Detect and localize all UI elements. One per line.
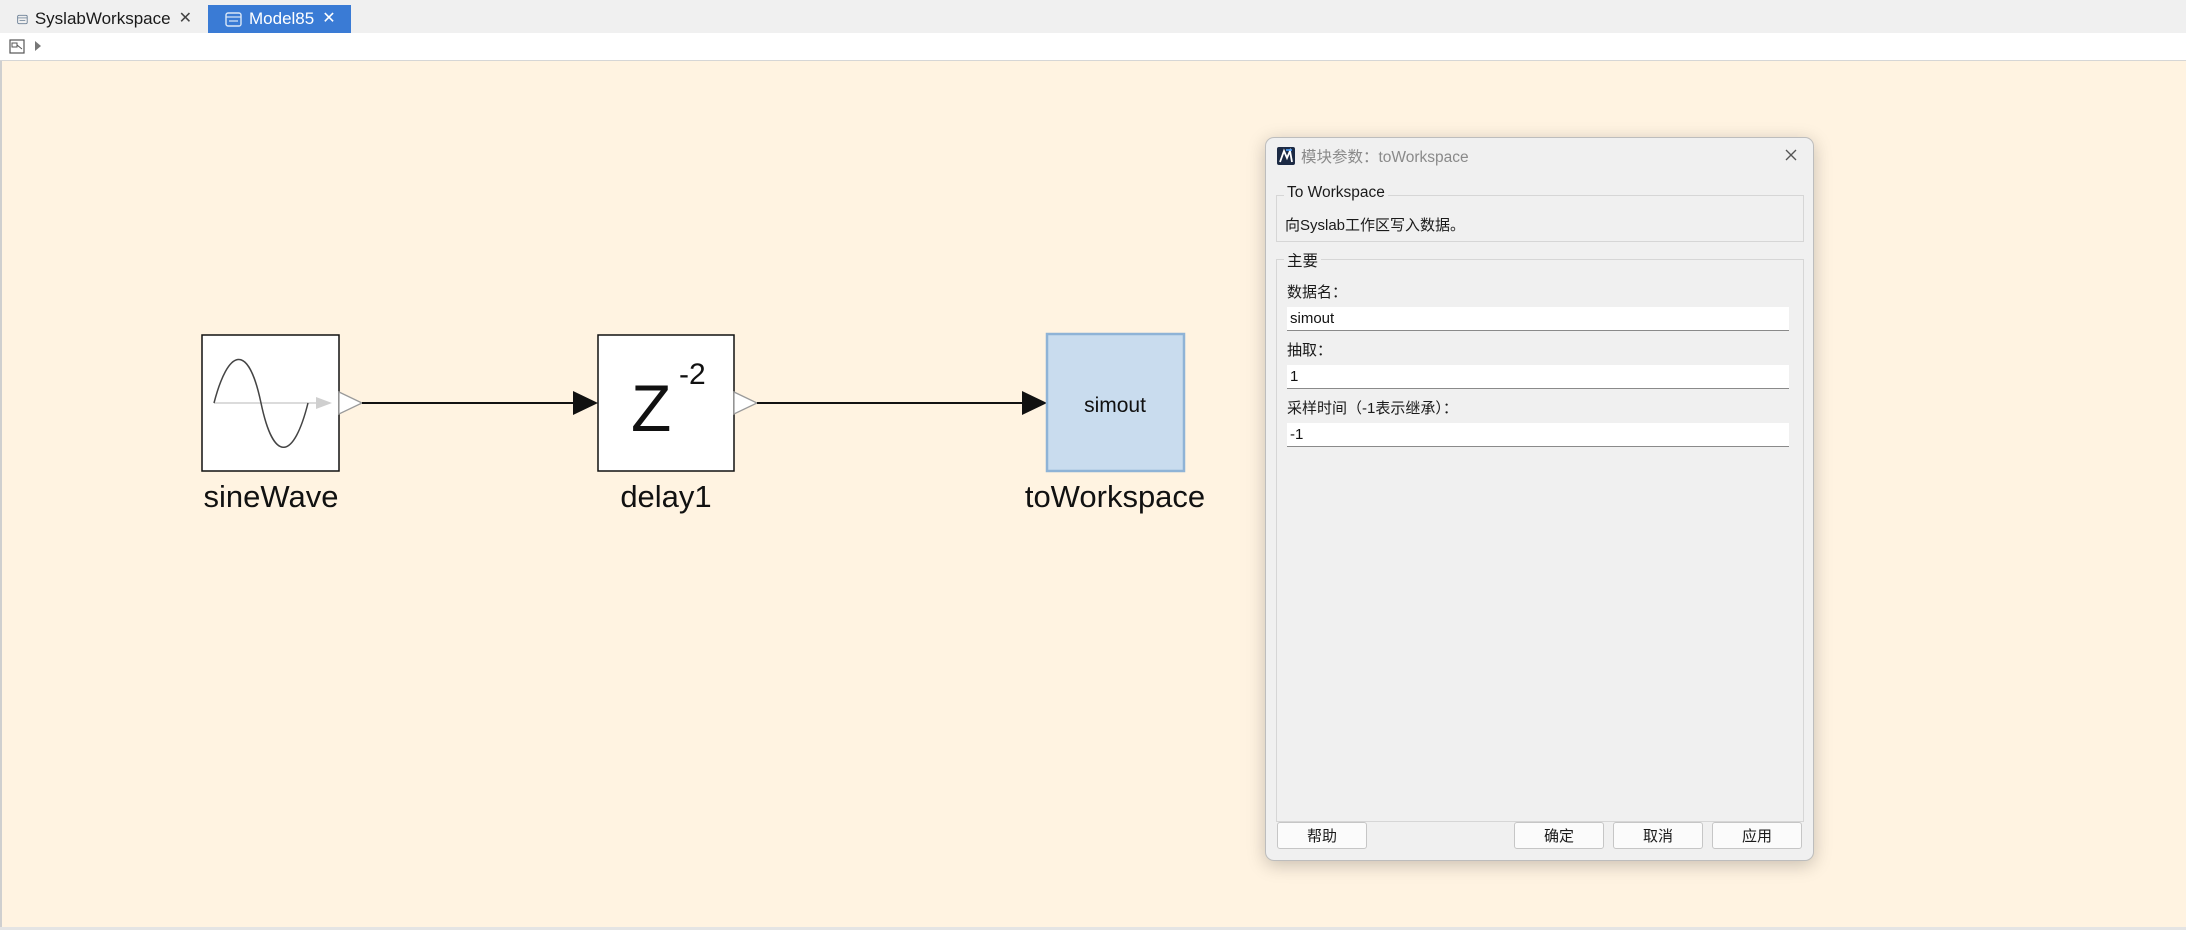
delay-z-glyph: Z — [631, 371, 671, 445]
dialog-title: 模块参数：toWorkspace — [1301, 149, 1469, 166]
block-description: 向Syslab工作区写入数据。 — [1285, 217, 1466, 234]
delay-exponent: -2 — [679, 358, 706, 391]
output-port[interactable] — [338, 390, 364, 416]
block-label-delay1[interactable]: delay1 — [566, 479, 766, 515]
output-port[interactable] — [733, 390, 759, 416]
data-name-label: 数据名： — [1287, 284, 1348, 301]
decimation-label: 抽取： — [1287, 342, 1333, 359]
block-inner-text: simout — [1084, 394, 1146, 417]
main-parameters-group — [1276, 259, 1804, 822]
block-delay1[interactable]: Z -2 — [597, 334, 759, 472]
ok-button[interactable]: 确定 — [1514, 822, 1604, 849]
decimation-field[interactable] — [1287, 365, 1789, 389]
help-button[interactable]: 帮助 — [1277, 822, 1367, 849]
signal-line-1[interactable] — [362, 391, 598, 415]
sample-time-field[interactable] — [1287, 423, 1789, 447]
block-label-toworkspace[interactable]: toWorkspace — [1005, 479, 1225, 515]
dialog-title-bar[interactable]: 模块参数：toWorkspace — [1266, 138, 1813, 172]
block-label-sinewave[interactable]: sineWave — [171, 479, 371, 515]
description-group-legend: To Workspace — [1284, 184, 1388, 202]
mworks-logo-icon — [1277, 147, 1295, 165]
apply-button[interactable]: 应用 — [1712, 822, 1802, 849]
block-sinewave[interactable] — [201, 334, 364, 472]
close-icon[interactable] — [1783, 147, 1799, 163]
signal-line-2[interactable] — [757, 391, 1047, 415]
block-diagram: Z -2 simout — [201, 332, 1186, 473]
main-group-legend: 主要 — [1284, 249, 1322, 271]
arrowhead — [1022, 391, 1047, 415]
block-toworkspace[interactable]: simout — [1045, 332, 1186, 473]
cancel-button[interactable]: 取消 — [1613, 822, 1703, 849]
block-parameters-dialog: 模块参数：toWorkspace To Workspace 向Syslab工作区… — [1265, 137, 1814, 861]
arrowhead — [573, 391, 598, 415]
data-name-field[interactable] — [1287, 307, 1789, 331]
sample-time-label: 采样时间（-1表示继承）： — [1287, 400, 1458, 417]
